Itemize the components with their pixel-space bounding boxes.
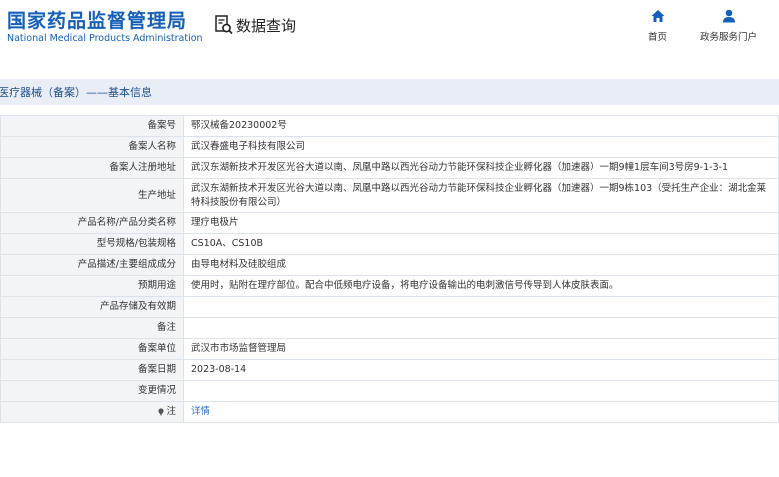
- details-link[interactable]: 详情: [191, 406, 210, 417]
- field-label: 备案号: [0, 115, 184, 137]
- field-value: 鄂汉械备20230002号: [183, 115, 779, 137]
- table-row: 备案人注册地址 武汉东湖新技术开发区光谷大道以南、凤凰中路以西光谷动力节能环保科技…: [0, 157, 779, 179]
- nav-home-label: 首页: [648, 32, 668, 43]
- user-icon: [722, 9, 735, 23]
- nav-gov-service-portal[interactable]: 政务服务门户: [700, 9, 757, 43]
- field-value: 使用时，贴附在理疗部位。配合中低频电疗设备，将电疗设备输出的电刺激信号传导到人体…: [183, 275, 779, 297]
- table-row: 生产地址 武汉东湖新技术开发区光谷大道以南、凤凰中路以西光谷动力节能环保科技企业孵…: [0, 178, 779, 213]
- field-label: 备注: [0, 317, 184, 339]
- field-value: 武汉市市场监督管理局: [183, 338, 779, 360]
- field-label: 备案人注册地址: [0, 157, 184, 179]
- note-value-cell: 详情: [183, 401, 779, 423]
- table-row: 变更情况: [0, 380, 779, 402]
- table-row: 产品描述/主要组成成分 由导电材料及硅胶组成: [0, 254, 779, 276]
- field-label: 变更情况: [0, 380, 184, 402]
- table-row: 预期用途 使用时，贴附在理疗部位。配合中低频电疗设备，将电疗设备输出的电刺激信号传…: [0, 275, 779, 297]
- info-table: 备案号 鄂汉械备20230002号 备案人名称 武汉春盛电子科技有限公司 备案人注册地址…: [0, 115, 779, 423]
- home-icon: [651, 10, 664, 22]
- breadcrumb: 医疗器械（备案）——基本信息: [0, 79, 779, 105]
- document-search-icon: [215, 15, 233, 35]
- field-label: 型号规格/包装规格: [0, 233, 184, 255]
- table-row-note: 注 详情: [0, 401, 779, 423]
- site-logo-chinese[interactable]: 国家药品监督管理局: [7, 6, 187, 33]
- table-row: 备案人名称 武汉春盛电子科技有限公司: [0, 136, 779, 158]
- table-row: 产品存储及有效期: [0, 296, 779, 318]
- field-label: 产品名称/产品分类名称: [0, 212, 184, 234]
- table-row: 型号规格/包装规格 CS10A、CS10B: [0, 233, 779, 255]
- field-value: 武汉东湖新技术开发区光谷大道以南、凤凰中路以西光谷动力节能环保科技企业孵化器（加…: [183, 157, 779, 179]
- note-label: 注: [166, 406, 176, 417]
- field-label: 产品描述/主要组成成分: [0, 254, 184, 276]
- note-label-cell: 注: [0, 401, 184, 423]
- site-header: 国家药品监督管理局 National Medical Products Admi…: [0, 0, 779, 60]
- pin-icon: [158, 407, 165, 416]
- field-value: 2023-08-14: [183, 359, 779, 381]
- field-value: CS10A、CS10B: [183, 233, 779, 255]
- nav-home[interactable]: 首页: [648, 9, 667, 43]
- field-value: 由导电材料及硅胶组成: [183, 254, 779, 276]
- table-row: 备注: [0, 317, 779, 339]
- table-row: 备案单位 武汉市市场监督管理局: [0, 338, 779, 360]
- field-value: 武汉春盛电子科技有限公司: [183, 136, 779, 158]
- field-value: 理疗电极片: [183, 212, 779, 234]
- field-value: 武汉东湖新技术开发区光谷大道以南、凤凰中路以西光谷动力节能环保科技企业孵化器（加…: [183, 178, 779, 213]
- field-label: 备案人名称: [0, 136, 184, 158]
- field-label: 备案日期: [0, 359, 184, 381]
- breadcrumb-text: 医疗器械（备案）——基本信息: [0, 86, 152, 99]
- field-value: [183, 296, 779, 318]
- data-query-link[interactable]: 数据查询: [215, 14, 296, 36]
- table-row: 产品名称/产品分类名称 理疗电极片: [0, 212, 779, 234]
- field-label: 预期用途: [0, 275, 184, 297]
- field-label: 生产地址: [0, 178, 184, 213]
- field-value: [183, 380, 779, 402]
- data-query-label: 数据查询: [236, 16, 297, 35]
- field-value: [183, 317, 779, 339]
- table-row: 备案日期 2023-08-14: [0, 359, 779, 381]
- field-label: 产品存储及有效期: [0, 296, 184, 318]
- table-row: 备案号 鄂汉械备20230002号: [0, 115, 779, 137]
- site-logo-english[interactable]: National Medical Products Administration: [7, 33, 203, 44]
- field-label: 备案单位: [0, 338, 184, 360]
- nav-gov-label: 政务服务门户: [700, 32, 758, 43]
